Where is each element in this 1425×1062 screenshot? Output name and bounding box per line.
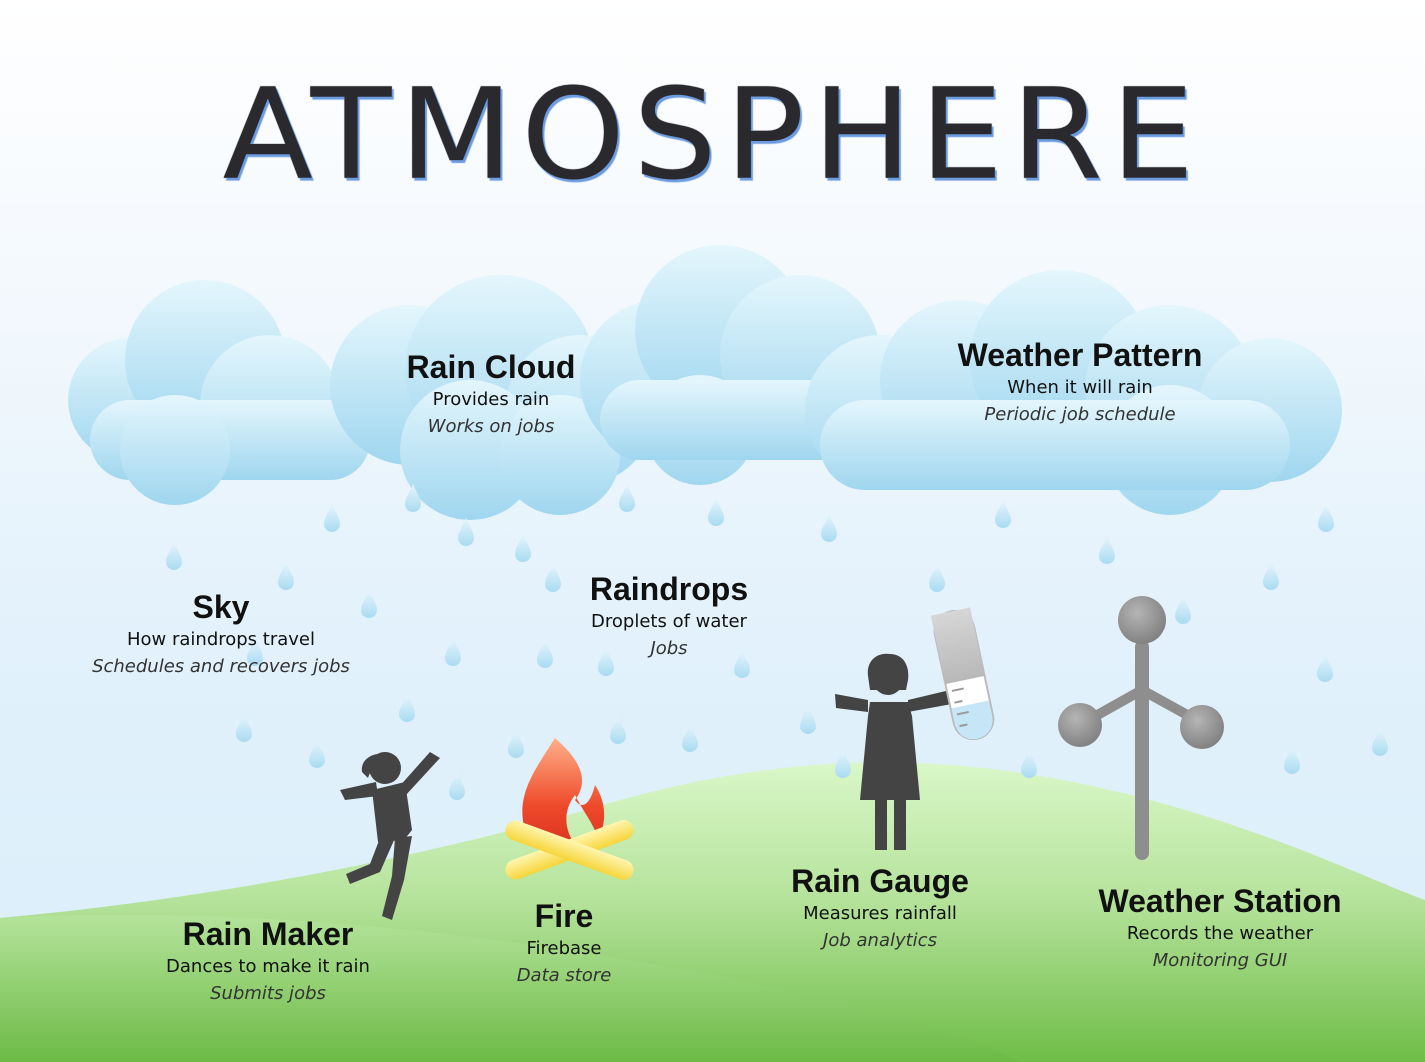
component-name: Raindrops — [589, 571, 749, 607]
label-weather-pattern: Weather Pattern When it will rain Period… — [930, 336, 1230, 428]
component-role: Monitoring GUI — [1152, 950, 1288, 971]
raindrop-icon — [835, 750, 851, 778]
raindrop-icon — [1317, 654, 1333, 682]
raindrop-icon — [399, 694, 415, 722]
raindrop-icon — [1284, 746, 1300, 774]
component-description: Records the weather — [1126, 923, 1314, 944]
raindrop-icon — [324, 504, 340, 532]
raindrop-icon — [619, 484, 635, 512]
component-name: Weather Pattern — [957, 337, 1203, 373]
component-role: Submits jobs — [210, 983, 326, 1004]
raindrop-icon — [800, 706, 816, 734]
raindrop-icon — [1318, 504, 1334, 532]
raindrop-icon — [508, 730, 524, 758]
label-weather-station: Weather Station Records the weather Moni… — [1080, 882, 1360, 974]
component-name: Rain Cloud — [406, 349, 576, 385]
raindrop-icon — [1021, 750, 1037, 778]
label-raindrops: Raindrops Droplets of water Jobs — [549, 570, 789, 662]
component-role: Works on jobs — [427, 416, 555, 437]
raindrop-icon — [309, 740, 325, 768]
raindrop-icon — [166, 542, 182, 570]
cloud-icon — [68, 280, 370, 505]
page-title: ATMOSPHERE — [222, 61, 1203, 209]
raindrop-icon — [458, 518, 474, 546]
raindrop-icon — [449, 772, 465, 800]
raindrop-icon — [929, 564, 945, 592]
component-role: Data store — [516, 965, 612, 986]
label-fire: Fire Firebase Data store — [464, 897, 664, 989]
raindrop-icon — [821, 514, 837, 542]
raindrop-icon — [708, 498, 724, 526]
component-description: When it will rain — [1007, 377, 1153, 398]
raindrop-icon — [445, 638, 461, 666]
component-description: Droplets of water — [591, 611, 747, 632]
test-tube-icon — [930, 607, 995, 741]
raindrop-icon — [1175, 596, 1191, 624]
component-name: Sky — [192, 589, 250, 625]
raindrop-icon — [1263, 562, 1279, 590]
component-description: Provides rain — [432, 389, 550, 410]
raindrop-icon — [682, 724, 698, 752]
component-name: Rain Maker — [182, 916, 354, 952]
component-name: Fire — [534, 898, 594, 934]
component-role: Schedules and recovers jobs — [92, 656, 350, 677]
raindrop-icon — [1372, 728, 1388, 756]
component-name: Weather Station — [1098, 883, 1342, 919]
label-rain-cloud: Rain Cloud Provides rain Works on jobs — [371, 348, 611, 440]
component-name: Rain Gauge — [791, 863, 969, 899]
raindrop-icon — [515, 534, 531, 562]
label-rain-gauge: Rain Gauge Measures rainfall Job analyti… — [760, 862, 1000, 954]
component-description: How raindrops travel — [126, 629, 315, 650]
label-sky: Sky How raindrops travel Schedules and r… — [71, 588, 371, 680]
component-description: Measures rainfall — [803, 903, 957, 924]
component-role: Job analytics — [823, 930, 937, 951]
component-role: Periodic job schedule — [984, 404, 1176, 425]
raindrop-icon — [278, 562, 294, 590]
raindrop-icon — [236, 714, 252, 742]
raindrop-icon — [1099, 536, 1115, 564]
component-role: Jobs — [650, 638, 688, 659]
raindrop-icon — [995, 500, 1011, 528]
component-description: Firebase — [526, 938, 602, 959]
component-description: Dances to make it rain — [166, 956, 370, 977]
label-rain-maker: Rain Maker Dances to make it rain Submit… — [138, 915, 398, 1007]
raindrop-icon — [610, 716, 626, 744]
